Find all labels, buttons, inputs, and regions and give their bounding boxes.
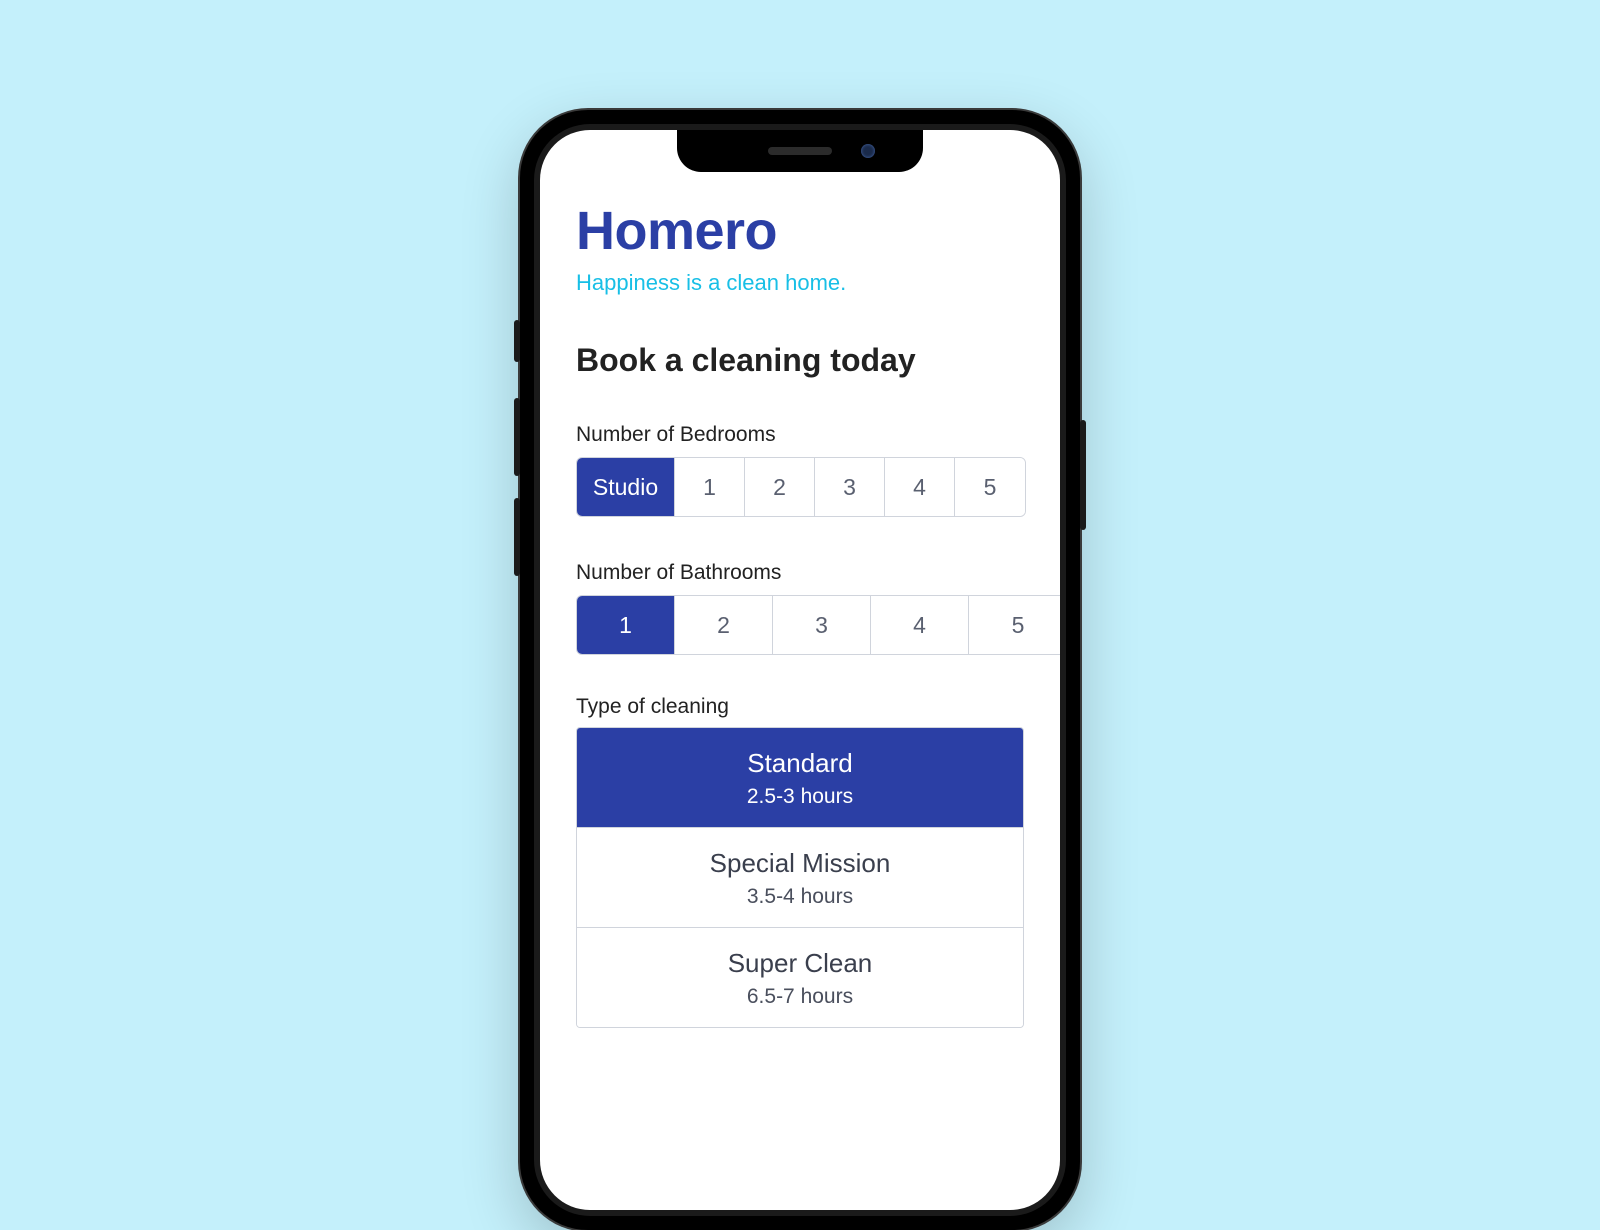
brand-tagline: Happiness is a clean home. <box>576 270 1024 296</box>
bedrooms-option-studio[interactable]: Studio <box>577 458 675 516</box>
camera-icon <box>861 144 875 158</box>
cleaning-type-special-mission[interactable]: Special Mission 3.5-4 hours <box>577 828 1023 928</box>
bathrooms-option-row: 1 2 3 4 5 <box>576 595 1060 655</box>
bedrooms-option-5[interactable]: 5 <box>955 458 1025 516</box>
cleaning-type-duration: 6.5-7 hours <box>589 985 1011 1009</box>
cleaning-type-name: Super Clean <box>589 948 1011 979</box>
cleaning-type-duration: 2.5-3 hours <box>589 785 1011 809</box>
phone-inner-rim: Homero Happiness is a clean home. Book a… <box>534 124 1066 1216</box>
app-content: Homero Happiness is a clean home. Book a… <box>540 130 1060 1028</box>
cleaning-type-name: Special Mission <box>589 848 1011 879</box>
bathrooms-option-5[interactable]: 5 <box>969 596 1060 654</box>
cleaning-type-name: Standard <box>589 748 1011 779</box>
bedrooms-option-4[interactable]: 4 <box>885 458 955 516</box>
phone-volume-up-button <box>514 398 520 476</box>
bedrooms-option-row: Studio 1 2 3 4 5 <box>576 457 1026 517</box>
bedrooms-label: Number of Bedrooms <box>576 423 1024 447</box>
brand-title: Homero <box>576 200 1024 262</box>
phone-volume-down-button <box>514 498 520 576</box>
booking-heading: Book a cleaning today <box>576 342 1024 379</box>
bedrooms-option-1[interactable]: 1 <box>675 458 745 516</box>
phone-screen: Homero Happiness is a clean home. Book a… <box>540 130 1060 1210</box>
bathrooms-option-2[interactable]: 2 <box>675 596 773 654</box>
phone-notch <box>677 130 923 172</box>
phone-device-frame: Homero Happiness is a clean home. Book a… <box>520 110 1080 1230</box>
phone-side-button <box>514 320 520 362</box>
bathrooms-option-1[interactable]: 1 <box>577 596 675 654</box>
speaker-icon <box>768 147 832 155</box>
cleaning-type-duration: 3.5-4 hours <box>589 885 1011 909</box>
cleaning-type-standard[interactable]: Standard 2.5-3 hours <box>577 728 1023 828</box>
cleaning-type-list: Standard 2.5-3 hours Special Mission 3.5… <box>576 727 1024 1028</box>
bathrooms-option-3[interactable]: 3 <box>773 596 871 654</box>
bedrooms-option-3[interactable]: 3 <box>815 458 885 516</box>
cleaning-type-super-clean[interactable]: Super Clean 6.5-7 hours <box>577 928 1023 1027</box>
cleaning-type-label: Type of cleaning <box>576 695 1024 719</box>
bathrooms-label: Number of Bathrooms <box>576 561 1024 585</box>
bedrooms-option-2[interactable]: 2 <box>745 458 815 516</box>
phone-power-button <box>1080 420 1086 530</box>
bathrooms-option-4[interactable]: 4 <box>871 596 969 654</box>
